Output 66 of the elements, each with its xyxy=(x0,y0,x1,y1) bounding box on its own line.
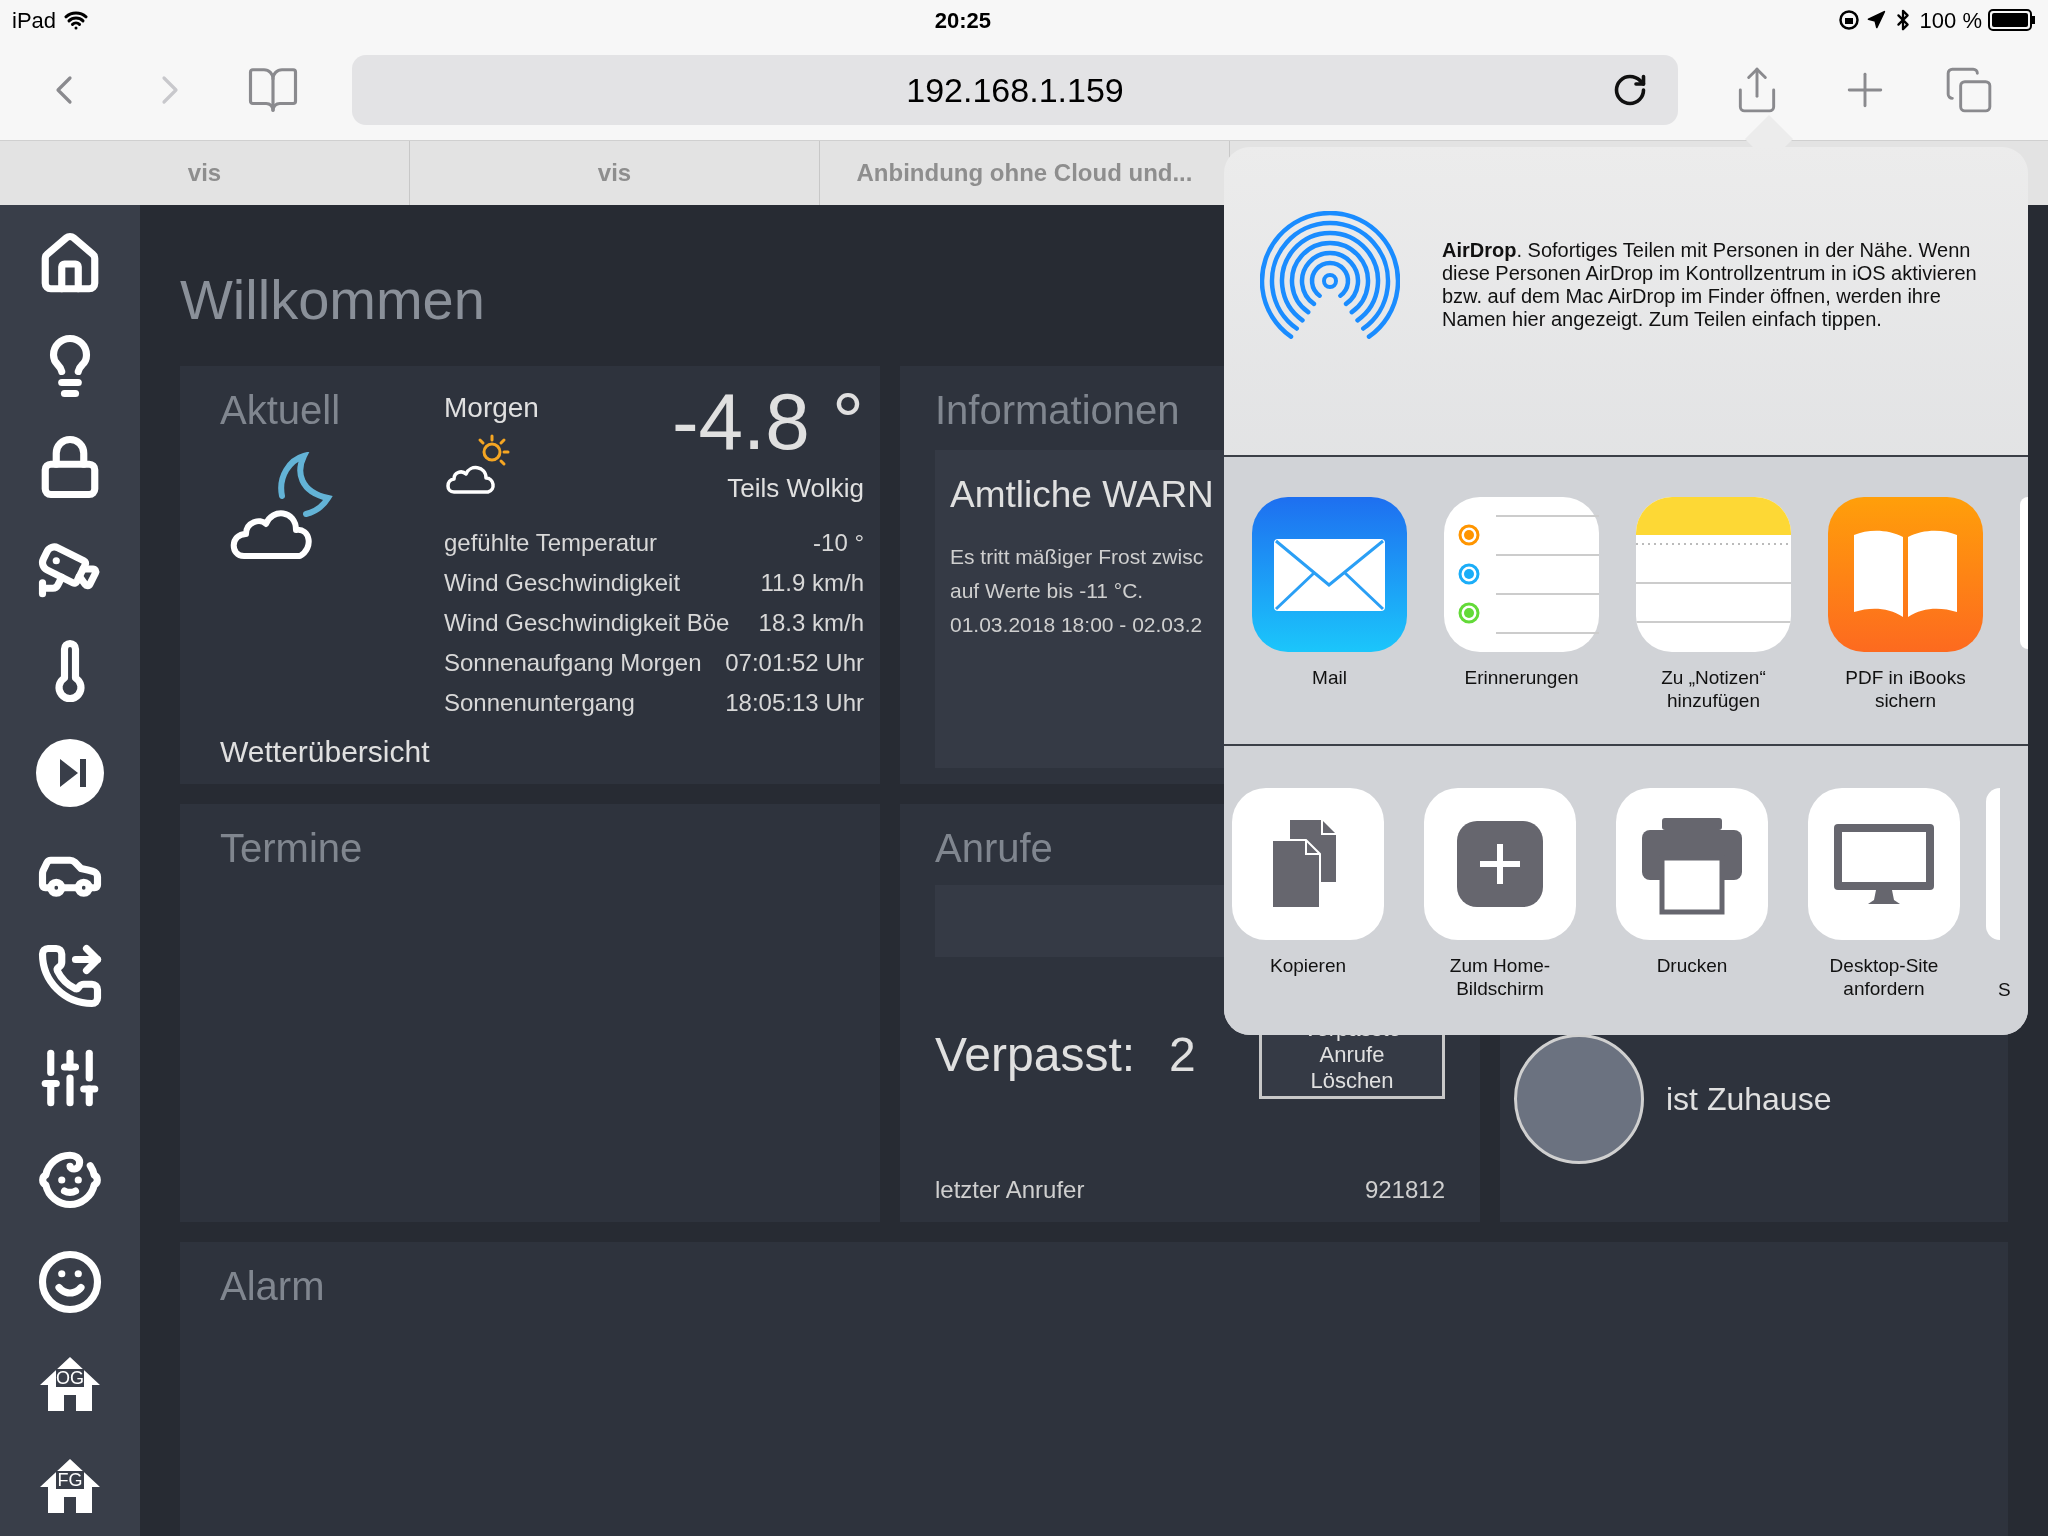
weather-label: Sonnenuntergang xyxy=(444,688,635,718)
monitor-icon xyxy=(1808,788,1960,940)
clock: 20:25 xyxy=(934,6,991,35)
missed-label: Verpasst: xyxy=(935,1027,1136,1083)
last-caller-number: 921812 xyxy=(1364,1175,1445,1205)
weather-overview-link[interactable]: Wetterübersicht xyxy=(220,732,444,772)
presence-status: ist Zuhause xyxy=(1666,1080,1832,1119)
app-tile[interactable] xyxy=(1986,788,2000,940)
warning-text: Es tritt mäßiger Frost zwisc xyxy=(950,544,1204,570)
tabs-icon xyxy=(1944,65,1994,115)
card-title: Informationen xyxy=(935,388,1181,432)
phone-forward-icon xyxy=(37,943,103,1010)
airdrop-description: AirDrop. Sofortiges Teilen mit Personen in der Nähe. Wenn diese Personen AirDrop im Kontrollzentrum in iOS aktivieren bzw. auf dem Mac AirDrop im Finder öffnen, werden ihre Namen hier angezeigt. Zum Teilen einfach tippen. xyxy=(1442,239,1978,331)
battery-percentage: 100 % xyxy=(1919,6,1982,35)
share-app-button[interactable]: Zu „Notizen“ hinzufügen xyxy=(1636,497,1791,712)
card-title: Aktuell xyxy=(220,388,342,432)
warning-text: 01.03.2018 18:00 - 02.03.2 xyxy=(950,612,1203,638)
share-action-button[interactable]: Zum Home-Bildschirm xyxy=(1424,788,1576,1000)
warning-text: auf Werte bis -11 °C. xyxy=(950,578,1144,604)
tabs-button[interactable] xyxy=(1944,65,1994,115)
temperature: -4.8 ° xyxy=(671,380,864,464)
share-action-button[interactable]: Drucken xyxy=(1616,788,1768,977)
share-app-button[interactable]: PDF in iBooks sichern xyxy=(1828,497,1983,712)
documents-icon xyxy=(1232,788,1384,940)
weather-value: 11.9 km/h xyxy=(760,568,864,598)
add-square-icon xyxy=(1424,788,1576,940)
address-field[interactable]: 192.168.1.159 xyxy=(352,55,1678,125)
weather-condition: Teils Wolkig xyxy=(727,472,864,505)
printer-icon xyxy=(1616,788,1768,940)
share-app-button[interactable]: Erinnerungen xyxy=(1444,497,1599,689)
skip-forward-icon xyxy=(34,736,106,809)
action-label: S xyxy=(1998,978,2011,1001)
location-icon xyxy=(1865,10,1886,30)
weather-label: gefühlte Temperatur xyxy=(444,528,658,558)
floor-button[interactable]: OG xyxy=(0,1332,140,1435)
card-title: Anrufe xyxy=(935,826,1054,870)
floor-button[interactable]: FG xyxy=(0,1434,140,1536)
last-caller-label: letzter Anrufer xyxy=(935,1175,1085,1205)
missed-count: 2 xyxy=(1169,1027,1196,1083)
rotation-lock-icon xyxy=(1837,9,1860,31)
battery-icon xyxy=(1988,9,2036,31)
weather-label: Wind Geschwindigkeit Böe xyxy=(444,608,730,638)
house-icon xyxy=(38,1457,102,1514)
notes-app-icon xyxy=(1636,497,1791,652)
weather-value: 18:05:13 Uhr xyxy=(725,688,864,718)
card-title: Termine xyxy=(220,826,363,870)
weather-label: Wind Geschwindigkeit xyxy=(444,568,681,598)
page-title: Willkommen xyxy=(180,267,485,333)
reload-icon[interactable] xyxy=(1612,72,1648,108)
warning-title: Amtliche WARN xyxy=(950,473,1214,517)
device-name: iPad xyxy=(12,6,57,35)
weather-value: 18.3 km/h xyxy=(758,608,864,638)
weather-value: -10 ° xyxy=(813,528,864,558)
forecast-title: Morgen xyxy=(444,391,539,425)
books-app-icon xyxy=(1828,497,1983,652)
share-action-button[interactable]: Kopieren xyxy=(1232,788,1384,977)
face-icon xyxy=(37,1248,103,1315)
weather-label: Sonnenaufgang Morgen xyxy=(444,648,702,678)
app-tile[interactable] xyxy=(2020,497,2028,649)
share-action-button[interactable]: Desktop-Site anfordern xyxy=(1808,788,1960,1000)
weather-value: 07:01:52 Uhr xyxy=(725,648,864,678)
mail-app-icon xyxy=(1252,497,1407,652)
reminders-app-icon xyxy=(1444,497,1599,652)
card-title: Alarm xyxy=(220,1264,325,1308)
share-app-button[interactable]: Mail xyxy=(1252,497,1407,689)
house-icon xyxy=(38,1355,102,1412)
